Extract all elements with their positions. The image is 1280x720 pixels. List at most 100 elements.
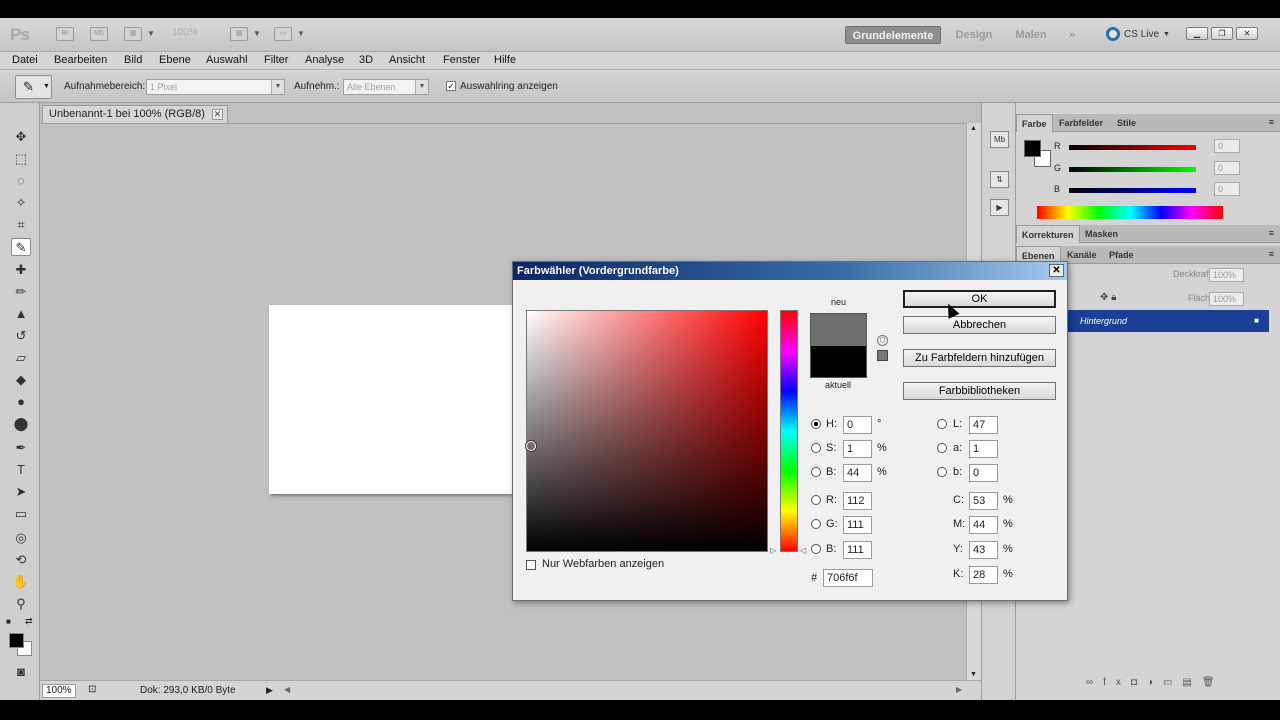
scroll-down-icon[interactable]: ▼ [970, 671, 977, 678]
lock-icons[interactable]: ✥ 🔒︎ [1100, 292, 1116, 303]
panel-menu-icon[interactable]: ≡ [1269, 228, 1274, 238]
b-radio[interactable] [811, 467, 821, 477]
slider-b[interactable]: B 0 [1054, 182, 1254, 198]
eyedropper-tool-icon[interactable]: ✎ [11, 238, 31, 256]
menu-ebene[interactable]: Ebene [159, 54, 191, 66]
shape-tool-icon[interactable]: ▭ [11, 505, 31, 523]
tab-masken[interactable]: Masken [1080, 225, 1123, 243]
rgb-b-input[interactable]: 111 [843, 541, 872, 559]
screen-mode-icon[interactable]: ▭ [274, 27, 292, 41]
k-input[interactable]: 28 [969, 566, 998, 584]
workspace-grundelemente-button[interactable]: Grundelemente [845, 26, 941, 44]
status-zoom-field[interactable]: 100% [42, 684, 76, 698]
blur-tool-icon[interactable]: ● [11, 393, 31, 411]
hand-tool-icon[interactable]: ✋ [11, 573, 31, 591]
c-input[interactable]: 53 [969, 492, 998, 510]
rgb-b-radio[interactable] [811, 544, 821, 554]
healing-brush-tool-icon[interactable]: ✚ [11, 261, 31, 279]
move-tool-icon[interactable]: ✥ [11, 128, 31, 146]
panel-menu-icon[interactable]: ≡ [1269, 249, 1274, 259]
color-field[interactable] [526, 310, 768, 552]
close-icon[interactable]: ✕ [1049, 264, 1064, 277]
default-colors-icon[interactable]: ■ [6, 617, 11, 626]
menu-bearbeiten[interactable]: Bearbeiten [54, 54, 107, 66]
foreground-color-swatch[interactable] [9, 633, 24, 648]
workspace-design-button[interactable]: Design [950, 26, 998, 44]
g-radio[interactable] [811, 519, 821, 529]
history-brush-tool-icon[interactable]: ↺ [11, 327, 31, 345]
menu-auswahl[interactable]: Auswahl [206, 54, 248, 66]
marquee-tool-icon[interactable]: ⬚ [11, 150, 31, 168]
menu-bild[interactable]: Bild [124, 54, 142, 66]
quick-select-tool-icon[interactable]: ✧ [11, 194, 31, 212]
minimize-icon[interactable]: ▁ [1186, 27, 1208, 40]
brush-tool-icon[interactable]: ✏ [11, 283, 31, 301]
h-radio[interactable] [811, 419, 821, 429]
eraser-tool-icon[interactable]: ▱ [11, 349, 31, 367]
add-to-swatches-button[interactable]: Zu Farbfeldern hinzufügen [903, 349, 1056, 367]
slider-r-value[interactable]: 0 [1214, 139, 1240, 153]
workspace-more-button[interactable]: » [1062, 26, 1082, 44]
menu-ansicht[interactable]: Ansicht [389, 54, 425, 66]
lasso-tool-icon[interactable]: ◌ [11, 172, 31, 190]
menu-datei[interactable]: Datei [12, 54, 38, 66]
menu-analyse[interactable]: Analyse [305, 54, 344, 66]
chevron-down-icon[interactable]: ▼ [253, 29, 261, 38]
gamut-swatch-icon[interactable] [877, 350, 888, 361]
ok-button[interactable]: OK [903, 290, 1056, 308]
layer-hintergrund[interactable]: Hintergrund ■ [1068, 310, 1269, 332]
a-radio[interactable] [937, 443, 947, 453]
stamp-tool-icon[interactable]: ▲ [11, 305, 31, 323]
current-color-swatch[interactable] [810, 346, 867, 378]
show-ring-checkbox[interactable]: ✓ [446, 81, 456, 91]
history-panel-icon[interactable]: ⇅ [990, 171, 1009, 188]
extras-icon[interactable]: ▦ [124, 27, 142, 41]
lab-b-input[interactable]: 0 [969, 464, 998, 482]
color-field-marker[interactable] [526, 441, 536, 451]
restore-icon[interactable]: ❐ [1211, 27, 1233, 40]
cancel-button[interactable]: Abbrechen [903, 316, 1056, 334]
b-input[interactable]: 44 [843, 464, 872, 482]
quick-mask-icon[interactable]: ◙ [11, 663, 31, 681]
cs-live-button[interactable]: CS Live ▼ [1106, 27, 1170, 41]
hex-input[interactable]: 706f6f [823, 569, 873, 587]
workspace-malen-button[interactable]: Malen [1010, 26, 1052, 44]
hue-slider-right-arrow[interactable]: ◁ [800, 546, 806, 555]
chevron-down-icon[interactable]: ▼ [147, 29, 155, 38]
g-input[interactable]: 111 [843, 516, 872, 534]
slider-g-track[interactable] [1069, 167, 1196, 172]
pen-tool-icon[interactable]: ✒ [11, 439, 31, 457]
type-tool-icon[interactable]: T [11, 461, 31, 479]
arrange-documents-icon[interactable]: ▦ [230, 27, 248, 41]
path-select-tool-icon[interactable]: ➤ [11, 483, 31, 501]
fill-field[interactable]: 100% [1209, 292, 1244, 306]
bridge-icon[interactable]: Br [56, 27, 74, 41]
crop-tool-icon[interactable]: ⌗ [11, 216, 31, 234]
tab-farbfelder[interactable]: Farbfelder [1054, 114, 1108, 132]
tab-stile[interactable]: Stile [1112, 114, 1141, 132]
panel-menu-icon[interactable]: ≡ [1269, 117, 1274, 127]
y-input[interactable]: 43 [969, 541, 998, 559]
sample-layers-select[interactable]: Alle Ebenen ▼ [343, 79, 429, 95]
sample-size-select[interactable]: 1 Pixel ▼ [146, 79, 285, 95]
slider-b-track[interactable] [1069, 188, 1196, 193]
slider-b-value[interactable]: 0 [1214, 182, 1240, 196]
tab-farbe[interactable]: Farbe [1016, 114, 1053, 132]
menu-fenster[interactable]: Fenster [443, 54, 480, 66]
l-input[interactable]: 47 [969, 416, 998, 434]
zoom-level[interactable]: 100% [172, 27, 198, 38]
layer-footer-icons[interactable]: ∞fx◘◑▭▤🗑︎ [1086, 677, 1225, 688]
preview-icon[interactable]: ⊡ [88, 684, 96, 695]
mini-bridge-icon[interactable]: Mb [90, 27, 108, 41]
slider-g[interactable]: G 0 [1054, 161, 1254, 177]
a-input[interactable]: 1 [969, 440, 998, 458]
status-menu-icon[interactable]: ▶ [266, 685, 273, 696]
r-radio[interactable] [811, 495, 821, 505]
zoom-tool-icon[interactable]: ⚲ [11, 595, 31, 613]
menu-hilfe[interactable]: Hilfe [494, 54, 516, 66]
lab-b-radio[interactable] [937, 467, 947, 477]
scroll-right-icon[interactable]: ▶ [956, 685, 962, 694]
r-input[interactable]: 112 [843, 492, 872, 510]
hue-slider[interactable] [780, 310, 798, 552]
slider-r-track[interactable] [1069, 145, 1196, 150]
